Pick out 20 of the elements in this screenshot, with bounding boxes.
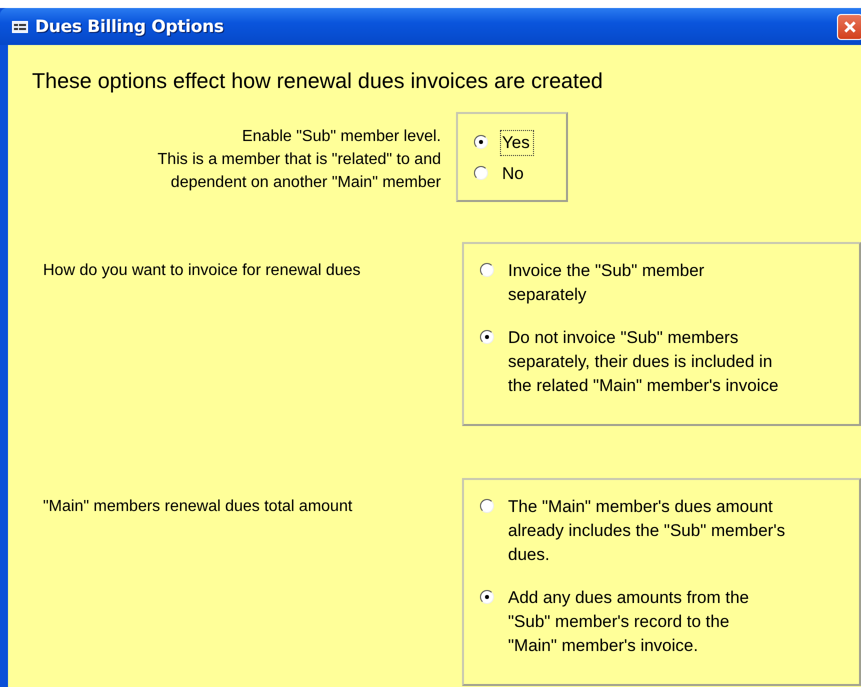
option-label[interactable]: Yes xyxy=(500,130,534,156)
radio-button[interactable] xyxy=(480,590,494,604)
form-icon xyxy=(12,20,28,32)
question-label: How do you want to invoice for renewal dues xyxy=(43,261,362,281)
question-label: Enable "Sub" member level. This is a member that is "related" to and dependent on another "Main" member xyxy=(156,127,441,193)
option-label[interactable]: Do not invoice "Sub" members separately, their dues is included in the related "Main" member's invoice xyxy=(506,325,782,399)
option-label[interactable]: Invoice the "Sub" member separately xyxy=(506,258,708,308)
radio-button[interactable] xyxy=(480,263,494,277)
close-icon xyxy=(843,20,857,34)
intro-text: These options effect how renewal dues invoices are created xyxy=(32,68,604,94)
radio-button[interactable] xyxy=(480,499,494,513)
radio-button[interactable] xyxy=(480,330,494,344)
option-label[interactable]: The "Main" member's dues amount already includes the "Sub" member's dues. xyxy=(506,494,790,568)
window-title: Dues Billing Options xyxy=(35,16,224,36)
radio-button[interactable] xyxy=(474,166,488,180)
option-label[interactable]: No xyxy=(500,161,528,187)
question-label: "Main" members renewal dues total amount xyxy=(43,497,354,517)
radio-button[interactable] xyxy=(474,135,488,149)
option-label[interactable]: Add any dues amounts from the "Sub" member's record to the "Main" member's invoice. xyxy=(506,585,753,659)
close-button[interactable] xyxy=(837,14,861,40)
